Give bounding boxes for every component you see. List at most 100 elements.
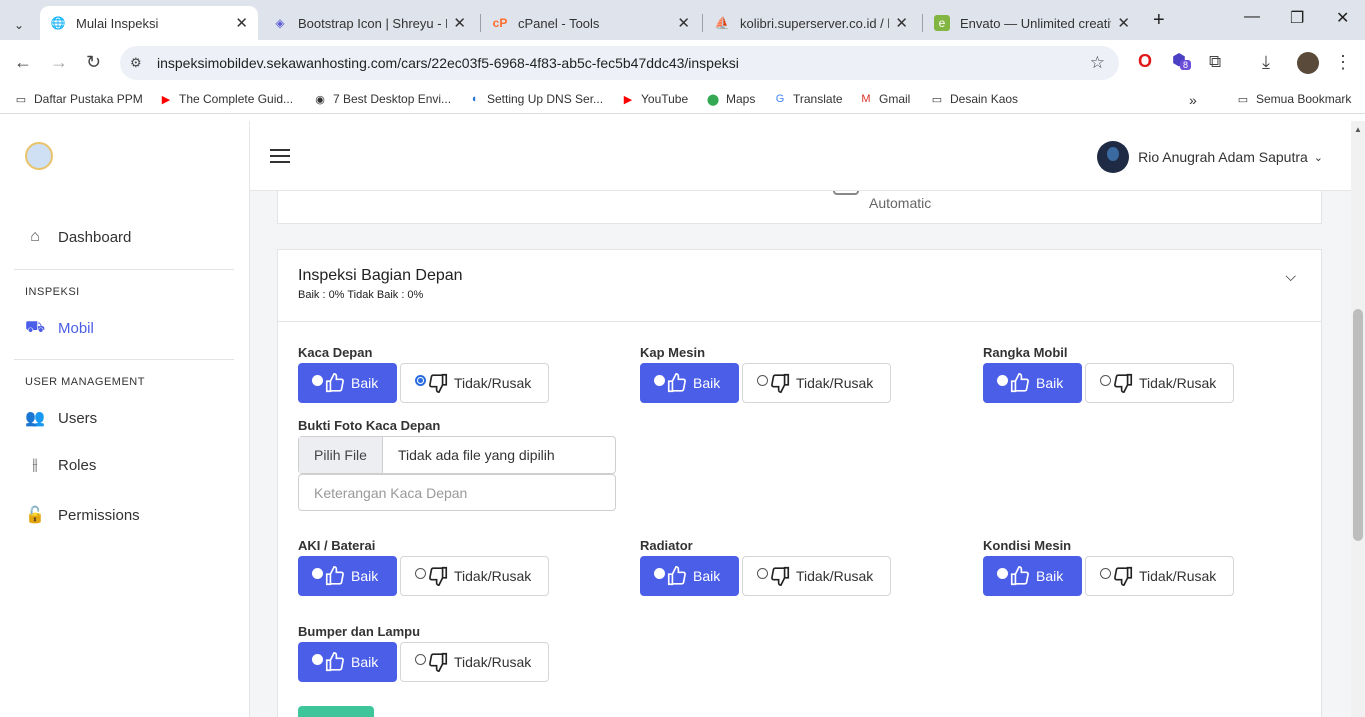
bumper-lampu-baik-option[interactable]: Baik bbox=[298, 642, 397, 682]
thumbs-up-icon bbox=[325, 566, 344, 586]
close-tab-icon[interactable]: ✕ bbox=[235, 14, 248, 32]
radio-baik[interactable] bbox=[312, 567, 323, 579]
minimize-icon[interactable]: — bbox=[1244, 8, 1260, 26]
bookmark-item[interactable]: ▶ YouTube bbox=[621, 92, 688, 106]
card-header[interactable]: Inspeksi Bagian Depan Baik : 0% Tidak Ba… bbox=[278, 250, 1321, 322]
back-icon[interactable]: ← bbox=[14, 52, 32, 73]
radio-baik[interactable] bbox=[312, 374, 323, 386]
user-menu[interactable]: Rio Anugrah Adam Saputra ⌄ bbox=[1097, 141, 1323, 173]
puzzle-icon[interactable]: ⧉ bbox=[1209, 52, 1221, 72]
divider bbox=[14, 359, 234, 360]
bumper-lampu-tidak-option[interactable]: Tidak/Rusak bbox=[400, 642, 549, 682]
bookmark-item[interactable]: ◉ 7 Best Desktop Envi... bbox=[313, 92, 451, 106]
youtube-icon: ▶ bbox=[623, 93, 633, 106]
hamburger-menu-icon[interactable] bbox=[270, 149, 290, 167]
radio-baik[interactable] bbox=[654, 374, 665, 386]
kap-mesin-baik-option[interactable]: Baik bbox=[640, 363, 739, 403]
chevron-down-icon: ⌄ bbox=[14, 18, 25, 32]
rangka-mobil-tidak-option[interactable]: Tidak/Rusak bbox=[1085, 363, 1234, 403]
radio-baik[interactable] bbox=[654, 567, 665, 579]
radio-baik[interactable] bbox=[997, 567, 1008, 579]
menu-kebab-icon[interactable]: ⋮ bbox=[1334, 52, 1352, 73]
forward-icon[interactable]: → bbox=[50, 52, 68, 73]
close-tab-icon[interactable]: ✕ bbox=[1117, 14, 1130, 32]
bookmark-item[interactable]: ▶ The Complete Guid... bbox=[159, 92, 293, 106]
close-tab-icon[interactable]: ✕ bbox=[895, 14, 908, 32]
field-label-kondisi-mesin: Kondisi Mesin bbox=[983, 538, 1072, 553]
field-label-aki-baterai: AKI / Baterai bbox=[298, 538, 376, 553]
radio-tidak[interactable] bbox=[1100, 567, 1111, 579]
aki-baterai-baik-option[interactable]: Baik bbox=[298, 556, 397, 596]
field-label-bukti-foto: Bukti Foto Kaca Depan bbox=[298, 418, 441, 433]
thumbs-up-icon bbox=[1010, 373, 1029, 393]
sidebar-item-users[interactable]: 👥 Users bbox=[25, 408, 97, 428]
sidebar-item-dashboard[interactable]: ⌂ Dashboard bbox=[25, 228, 131, 246]
kap-mesin-tidak-option[interactable]: Tidak/Rusak bbox=[742, 363, 891, 403]
thumbs-up-icon bbox=[325, 652, 344, 672]
opera-extension-icon[interactable]: O bbox=[1138, 51, 1152, 72]
kaca-depan-tidak-option[interactable]: Tidak/Rusak bbox=[400, 363, 549, 403]
app-logo[interactable] bbox=[25, 142, 53, 170]
more-bookmarks-icon[interactable]: » bbox=[1189, 92, 1197, 108]
radio-tidak[interactable] bbox=[757, 374, 768, 386]
bookmark-item[interactable]: ⬤ Maps bbox=[706, 92, 756, 106]
all-bookmarks[interactable]: ▭ Semua Bookmark bbox=[1236, 92, 1352, 106]
radiator-baik-option[interactable]: Baik bbox=[640, 556, 739, 596]
sidebar-item-permissions[interactable]: 🔓 Permissions bbox=[25, 505, 140, 525]
profile-avatar[interactable] bbox=[1297, 52, 1319, 74]
download-icon[interactable]: ⤓ bbox=[1262, 52, 1270, 73]
radio-tidak[interactable] bbox=[415, 653, 426, 665]
reload-icon[interactable]: ↻ bbox=[86, 52, 101, 73]
sidebar-item-roles[interactable]: ⫲ Roles bbox=[25, 456, 96, 474]
file-input[interactable]: Pilih File Tidak ada file yang dipilih bbox=[298, 436, 616, 474]
site-settings-icon[interactable]: ⚙ bbox=[130, 55, 142, 71]
address-bar[interactable]: ⚙ inspeksimobildev.sekawanhosting.com/ca… bbox=[120, 46, 1119, 80]
browser-toolbar: ← → ↻ ⚙ inspeksimobildev.sekawanhosting.… bbox=[0, 40, 1365, 86]
radio-baik[interactable] bbox=[997, 374, 1008, 386]
digitalocean-icon: ◖ bbox=[470, 93, 478, 105]
aki-baterai-tidak-option[interactable]: Tidak/Rusak bbox=[400, 556, 549, 596]
field-label-radiator: Radiator bbox=[640, 538, 693, 553]
phpmyadmin-icon: ⛵ bbox=[714, 16, 730, 30]
choose-file-button[interactable]: Pilih File bbox=[299, 437, 383, 473]
chevron-down-icon[interactable]: ⌵ bbox=[1285, 268, 1296, 285]
tab-search-button[interactable]: ⌄ bbox=[8, 8, 32, 42]
radiator-tidak-option[interactable]: Tidak/Rusak bbox=[742, 556, 891, 596]
scrollbar-thumb[interactable] bbox=[1353, 309, 1363, 541]
new-tab-button[interactable]: + bbox=[1153, 9, 1165, 32]
tab-bootstrap-icon[interactable]: ◈ Bootstrap Icon | Shreyu - Re ✕ bbox=[262, 6, 476, 40]
thumbs-up-icon bbox=[667, 566, 686, 586]
gmail-icon: M bbox=[861, 93, 871, 105]
keterangan-input[interactable]: Keterangan Kaca Depan bbox=[298, 474, 616, 511]
kaca-depan-baik-option[interactable]: Baik bbox=[298, 363, 397, 403]
tab-mulai-inspeksi[interactable]: 🌐 Mulai Inspeksi ✕ bbox=[40, 6, 258, 40]
bookmark-item[interactable]: M Gmail bbox=[859, 92, 910, 106]
tab-envato[interactable]: e Envato — Unlimited creative ✕ bbox=[924, 6, 1140, 40]
close-tab-icon[interactable]: ✕ bbox=[453, 14, 466, 32]
bookmark-item[interactable]: G Translate bbox=[773, 92, 843, 106]
browser-tab-bar: ⌄ 🌐 Mulai Inspeksi ✕ ◈ Bootstrap Icon | … bbox=[0, 0, 1365, 40]
extension-icon[interactable]: ⬢ 8 bbox=[1172, 50, 1192, 70]
rangka-mobil-baik-option[interactable]: Baik bbox=[983, 363, 1082, 403]
scroll-up-icon[interactable]: ▲ bbox=[1354, 125, 1362, 134]
tab-kolibri[interactable]: ⛵ kolibri.superserver.co.id / lo ✕ bbox=[704, 6, 918, 40]
sidebar-item-mobil[interactable]: ⛟ Mobil bbox=[25, 318, 94, 338]
bookmark-item[interactable]: ◖ Setting Up DNS Ser... bbox=[467, 92, 603, 106]
field-label-bumper-lampu: Bumper dan Lampu bbox=[298, 624, 421, 639]
star-icon[interactable]: ☆ bbox=[1090, 53, 1105, 73]
page-scrollbar[interactable]: ▲ bbox=[1351, 121, 1365, 717]
save-button[interactable] bbox=[298, 706, 374, 717]
bookmark-item[interactable]: ▭ Desain Kaos bbox=[930, 92, 1018, 106]
radio-tidak[interactable] bbox=[1100, 374, 1111, 386]
bookmark-item[interactable]: ▭ Daftar Pustaka PPM bbox=[14, 92, 143, 106]
radio-tidak-checked[interactable] bbox=[415, 374, 426, 386]
kondisi-mesin-baik-option[interactable]: Baik bbox=[983, 556, 1082, 596]
close-window-icon[interactable]: ✕ bbox=[1336, 8, 1349, 28]
radio-baik[interactable] bbox=[312, 653, 323, 665]
kondisi-mesin-tidak-option[interactable]: Tidak/Rusak bbox=[1085, 556, 1234, 596]
restore-icon[interactable]: ❐ bbox=[1290, 8, 1304, 28]
tab-cpanel[interactable]: cP cPanel - Tools ✕ bbox=[482, 6, 700, 40]
radio-tidak[interactable] bbox=[415, 567, 426, 579]
radio-tidak[interactable] bbox=[757, 567, 768, 579]
close-tab-icon[interactable]: ✕ bbox=[677, 14, 690, 32]
